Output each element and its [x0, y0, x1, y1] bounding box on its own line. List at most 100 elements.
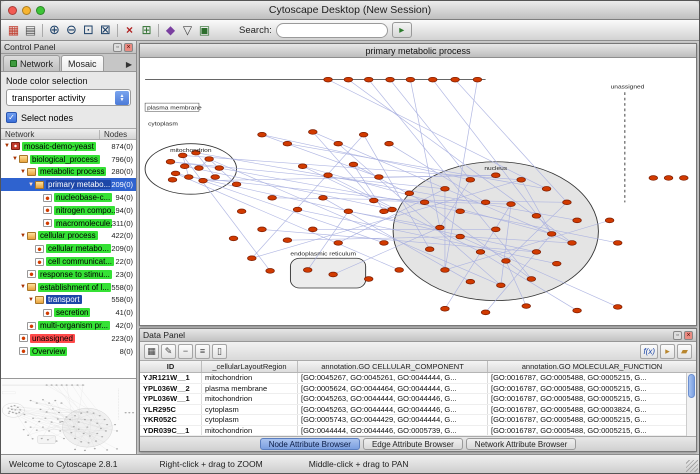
close-data-panel-button[interactable]: × — [684, 331, 693, 340]
network-node[interactable] — [76, 384, 78, 385]
network-node[interactable] — [48, 402, 50, 403]
import-attributes-icon[interactable]: ▸ — [660, 344, 675, 359]
network-node[interactable] — [386, 77, 395, 82]
tree-row[interactable]: ▼metabolic process280(0) — [1, 166, 136, 179]
network-node[interactable] — [205, 157, 214, 162]
tree-column-nodes[interactable]: Nodes — [100, 130, 136, 139]
column-header[interactable]: _cellularLayoutRegion — [202, 361, 298, 372]
network-node[interactable] — [105, 430, 107, 431]
network-node[interactable] — [532, 214, 541, 219]
birds-eye-view[interactable] — [1, 378, 136, 454]
network-node[interactable] — [80, 413, 82, 414]
network-node[interactable] — [82, 384, 84, 385]
network-node[interactable] — [334, 241, 343, 246]
network-node[interactable] — [86, 411, 88, 412]
network-node[interactable] — [451, 77, 460, 82]
table-row[interactable]: YJR121W__1mitochondrion[GO:0045267, GO:0… — [140, 373, 696, 384]
expander-icon[interactable]: ▼ — [19, 284, 27, 290]
network-node[interactable] — [14, 409, 16, 410]
network-node[interactable] — [106, 424, 108, 425]
network-node[interactable] — [52, 408, 54, 409]
tree-row[interactable]: ▼establishment of l...558(0) — [1, 281, 136, 294]
network-node[interactable] — [88, 442, 90, 443]
network-node[interactable] — [532, 250, 541, 255]
network-node[interactable] — [605, 218, 614, 223]
tab-scroll-right-button[interactable]: ▶ — [126, 60, 134, 71]
network-node[interactable] — [30, 400, 32, 401]
network-node[interactable] — [128, 412, 130, 413]
network-node[interactable] — [171, 171, 180, 176]
control-panel-titlebar[interactable]: Control Panel ▫ × — [1, 41, 136, 54]
network-node[interactable] — [84, 419, 86, 420]
network-node[interactable] — [23, 429, 25, 430]
tree-row[interactable]: unassigned223(0) — [1, 332, 136, 345]
network-node[interactable] — [349, 162, 358, 167]
network-node[interactable] — [12, 412, 14, 413]
close-window-button[interactable] — [8, 6, 17, 15]
network-node[interactable] — [237, 209, 246, 214]
network-node[interactable] — [78, 421, 80, 422]
network-node[interactable] — [527, 277, 536, 282]
network-node[interactable] — [441, 268, 450, 273]
network-node[interactable] — [385, 141, 394, 146]
zoom-in-icon[interactable]: ⊕ — [46, 22, 63, 39]
tree-row[interactable]: ▼transport558(0) — [1, 294, 136, 307]
tab-mosaic[interactable]: Mosaic — [61, 55, 104, 71]
network-node[interactable] — [309, 130, 318, 135]
network-node[interactable] — [10, 406, 12, 407]
scrollbar-thumb[interactable] — [688, 374, 695, 398]
color-attribute-dropdown[interactable]: transporter activity ▲▼ — [6, 89, 131, 106]
network-node[interactable] — [48, 430, 50, 431]
network-node[interactable] — [101, 436, 103, 437]
network-node[interactable] — [32, 438, 34, 439]
network-node[interactable] — [293, 207, 302, 212]
network-node[interactable] — [100, 428, 102, 429]
network-node[interactable] — [613, 241, 622, 246]
network-node[interactable] — [7, 407, 9, 408]
tree-row[interactable]: multi-organism pr...42(0) — [1, 319, 136, 332]
search-input[interactable] — [276, 23, 388, 38]
network-node[interactable] — [344, 209, 353, 214]
network-node[interactable] — [309, 227, 318, 232]
network-window-titlebar[interactable]: primary metabolic process — [140, 44, 696, 58]
network-node[interactable] — [36, 402, 38, 403]
network-node[interactable] — [96, 433, 98, 434]
network-node[interactable] — [195, 166, 204, 171]
vizmapper-icon[interactable]: ◆ — [162, 22, 179, 39]
network-node[interactable] — [23, 414, 25, 415]
network-node[interactable] — [380, 241, 389, 246]
tree-column-network[interactable]: Network — [1, 130, 100, 139]
network-node[interactable] — [473, 77, 482, 82]
network-node[interactable] — [522, 304, 531, 309]
network-node[interactable] — [258, 132, 267, 137]
column-header[interactable]: annotation.GO MOLECULAR_FUNCTION — [488, 361, 696, 372]
close-panel-button[interactable]: × — [124, 43, 133, 52]
tree-row[interactable]: cellular metabo...209(0) — [1, 242, 136, 255]
network-node[interactable] — [61, 384, 63, 385]
plugin-icon[interactable]: ▣ — [196, 22, 213, 39]
network-node[interactable] — [36, 430, 38, 431]
network-node[interactable] — [563, 200, 572, 205]
tree-row[interactable]: ▼mosaic-demo-yeast874(0) — [1, 140, 136, 153]
network-node[interactable] — [9, 411, 11, 412]
float-data-panel-button[interactable]: ▫ — [673, 331, 682, 340]
column-header[interactable]: ID — [140, 361, 202, 372]
network-node[interactable] — [71, 384, 73, 385]
network-node[interactable] — [425, 247, 434, 252]
import-network-icon[interactable]: ▦ — [5, 22, 22, 39]
table-row[interactable]: YKR052Ccytoplasm[GO:0005743, GO:0044429,… — [140, 415, 696, 426]
network-node[interactable] — [74, 449, 76, 450]
network-node[interactable] — [380, 209, 389, 214]
network-node[interactable] — [83, 433, 85, 434]
network-node[interactable] — [491, 227, 500, 232]
network-node[interactable] — [18, 412, 20, 413]
network-node[interactable] — [664, 176, 673, 181]
network-node[interactable] — [552, 261, 561, 266]
network-node[interactable] — [168, 177, 177, 182]
tree-row[interactable]: Overview8(0) — [1, 345, 136, 358]
network-node[interactable] — [319, 195, 328, 200]
network-node[interactable] — [334, 141, 343, 146]
network-node[interactable] — [370, 198, 379, 203]
network-node[interactable] — [248, 256, 257, 261]
network-node[interactable] — [89, 435, 91, 436]
